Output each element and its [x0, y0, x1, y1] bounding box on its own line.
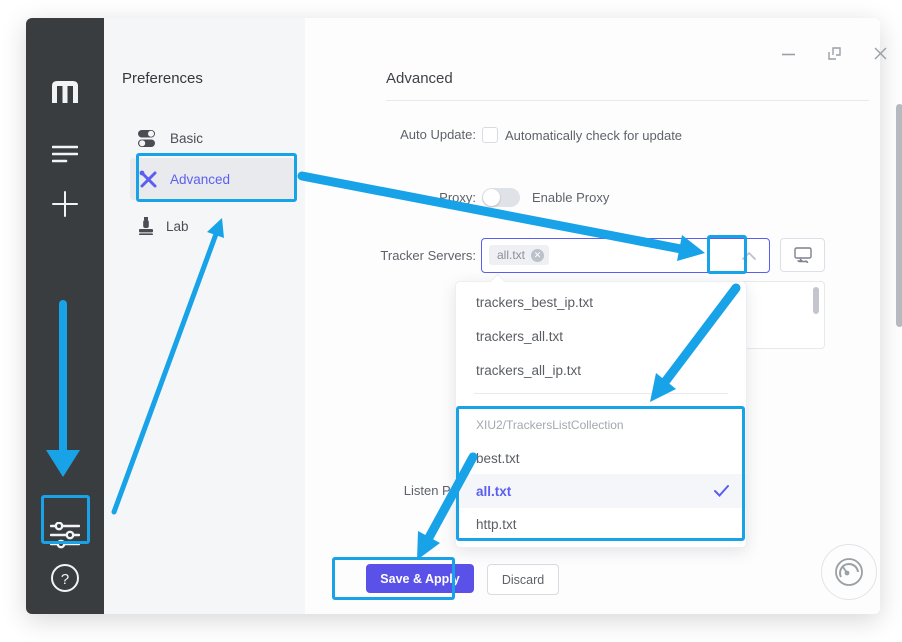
dropdown-option[interactable]: trackers_all_ip.txt [456, 353, 746, 387]
title-divider [386, 100, 869, 101]
sidebar-item-label: Lab [166, 219, 189, 234]
maximize-button[interactable] [823, 42, 845, 64]
minimize-button[interactable] [777, 44, 799, 64]
auto-update-checkbox[interactable] [482, 127, 498, 143]
proxy-label: Proxy: [305, 190, 476, 205]
add-task-icon[interactable] [26, 190, 104, 218]
speedometer-icon [834, 557, 864, 587]
motrix-logo-icon [26, 78, 104, 106]
annotation-box-group [456, 406, 745, 541]
selected-tracker-tag: all.txt ✕ [489, 245, 549, 265]
dropdown-option[interactable]: trackers_best_ip.txt [456, 285, 746, 319]
textarea-scrollbar[interactable] [813, 287, 819, 314]
tag-label: all.txt [497, 248, 525, 262]
sync-trackers-button[interactable] [780, 238, 825, 272]
proxy-option-label: Enable Proxy [532, 190, 609, 205]
auto-update-option-label: Automatically check for update [505, 128, 682, 143]
help-glyph: ? [61, 571, 69, 588]
sidebar-item-lab[interactable]: Lab [138, 210, 288, 242]
tracker-servers-label: Tracker Servers: [305, 248, 476, 263]
tag-close-icon[interactable]: ✕ [531, 249, 544, 262]
app-window: ? Preferences Basic Advanc [26, 18, 880, 614]
page-title: Advanced [386, 70, 453, 87]
proxy-toggle[interactable] [482, 188, 520, 207]
toggles-icon [138, 130, 158, 147]
annotation-box-settings-icon [41, 495, 90, 544]
dropdown-option[interactable]: trackers_all.txt [456, 319, 746, 353]
listen-ports-label: Listen Ports: [305, 483, 476, 498]
preferences-title: Preferences [122, 70, 203, 87]
toggle-knob [483, 189, 500, 206]
speed-gauge-button[interactable] [821, 544, 877, 600]
discard-button[interactable]: Discard [487, 564, 559, 595]
annotation-box-advanced [136, 153, 297, 202]
task-list-icon[interactable] [26, 141, 104, 167]
help-icon[interactable]: ? [26, 561, 104, 595]
lab-stamp-icon [138, 217, 154, 235]
annotation-box-chevron [707, 235, 747, 274]
auto-update-label: Auto Update: [305, 127, 476, 142]
annotation-box-save [332, 557, 455, 600]
main-scrollbar[interactable] [896, 104, 902, 327]
dropdown-divider [474, 393, 728, 394]
sidebar-item-basic[interactable]: Basic [138, 122, 288, 154]
preferences-panel: Preferences Basic Advanced [104, 18, 305, 614]
sidebar-item-label: Basic [170, 131, 203, 146]
close-icon[interactable] [869, 42, 891, 64]
